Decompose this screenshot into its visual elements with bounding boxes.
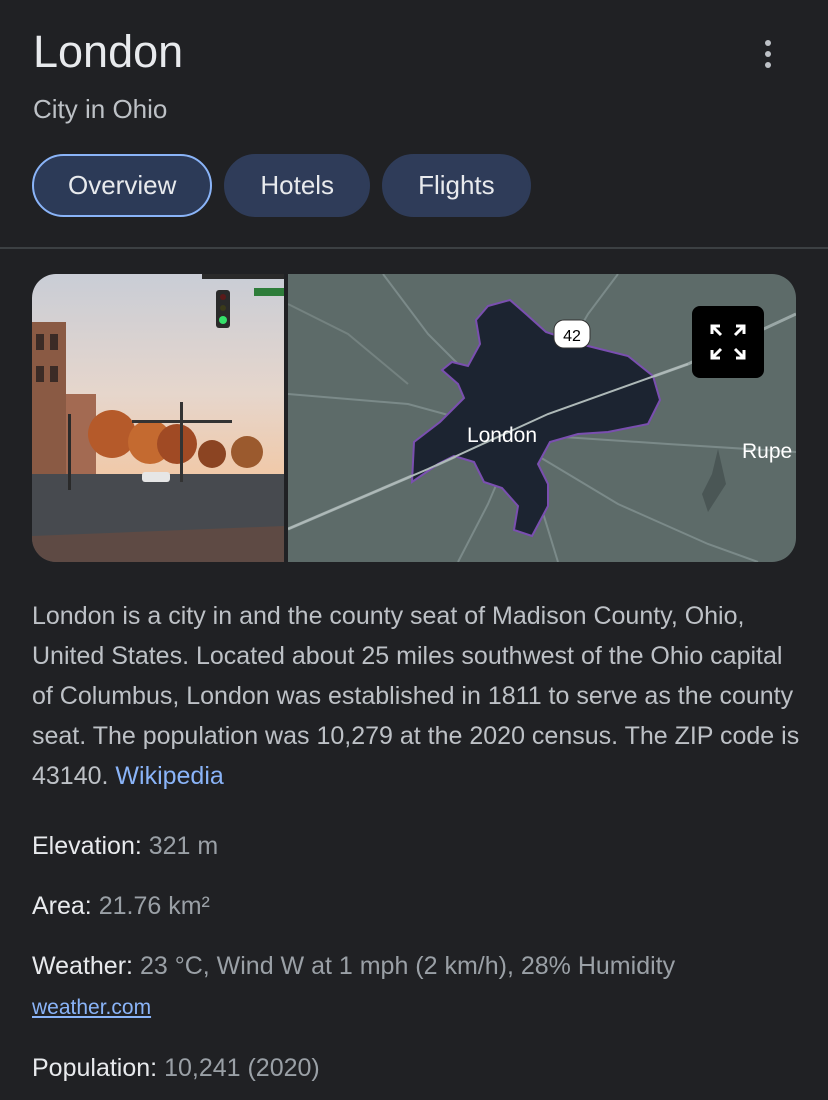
divider bbox=[0, 247, 828, 249]
page-subtitle: City in Ohio bbox=[33, 94, 168, 124]
fact-value: 321 m bbox=[148, 832, 219, 860]
street-photo[interactable] bbox=[32, 274, 284, 562]
fact-value: 21.76 km² bbox=[98, 892, 210, 920]
fact-elevation: Elevation: 321 m bbox=[32, 832, 218, 861]
weather-source-link[interactable]: weather.com bbox=[32, 996, 151, 1020]
fact-area: Area: 21.76 km² bbox=[32, 892, 210, 921]
neighbor-map-label: Rupe bbox=[742, 440, 792, 463]
city-map-label: London bbox=[467, 424, 537, 447]
fact-value: 23 °C, Wind W at 1 mph (2 km/h), 28% Hum… bbox=[139, 952, 676, 980]
media-panel: 42 London Rupe bbox=[32, 274, 796, 562]
tab-flights[interactable]: Flights bbox=[382, 154, 531, 217]
fact-label: Weather: bbox=[32, 952, 133, 980]
description: London is a city in and the county seat … bbox=[32, 596, 802, 796]
route-label: 42 bbox=[563, 328, 581, 345]
tab-hotels[interactable]: Hotels bbox=[224, 154, 371, 217]
more-vert-icon[interactable] bbox=[754, 40, 782, 72]
fact-value: 10,241 (2020) bbox=[164, 1054, 320, 1082]
fact-label: Area: bbox=[32, 892, 92, 920]
wikipedia-link[interactable]: Wikipedia bbox=[115, 762, 223, 790]
tab-bar: Overview Hotels Flights bbox=[32, 154, 531, 217]
fullscreen-icon[interactable] bbox=[692, 306, 764, 378]
fact-population: Population: 10,241 (2020) bbox=[32, 1054, 320, 1083]
page-title: London bbox=[33, 26, 184, 77]
tab-overview[interactable]: Overview bbox=[32, 154, 213, 217]
fact-weather: Weather: 23 °C, Wind W at 1 mph (2 km/h)… bbox=[32, 952, 675, 981]
fact-label: Elevation: bbox=[32, 832, 142, 860]
fact-label: Population: bbox=[32, 1054, 158, 1082]
